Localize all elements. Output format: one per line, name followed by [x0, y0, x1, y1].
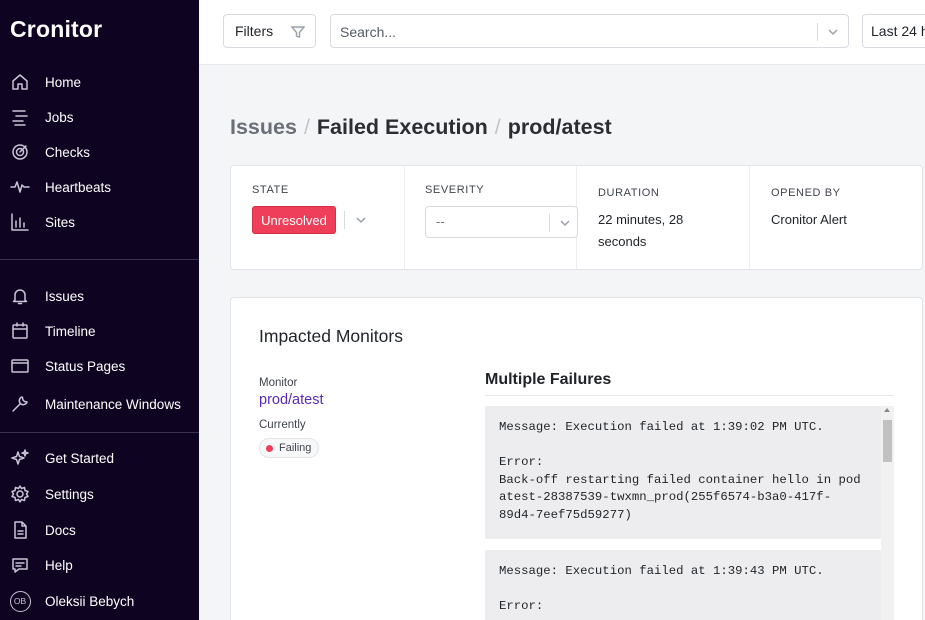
- severity-label: SEVERITY: [425, 184, 485, 196]
- sidebar-item-label: Sites: [45, 214, 76, 230]
- state-label: STATE: [252, 184, 289, 196]
- sidebar-item-label: Docs: [45, 522, 76, 538]
- checks-icon: [9, 141, 31, 163]
- sidebar-item-status-pages[interactable]: Status Pages: [0, 351, 199, 381]
- breadcrumb-separator: /: [494, 115, 501, 139]
- breadcrumb-monitor: prod/atest: [507, 115, 612, 139]
- sidebar-item-issues[interactable]: Issues: [0, 281, 199, 311]
- state-column: STATE Unresolved: [231, 166, 405, 269]
- breadcrumb-separator: /: [303, 115, 310, 139]
- failures-title: Multiple Failures: [485, 371, 612, 388]
- chevron-down-icon[interactable]: [825, 24, 841, 40]
- currently-label: Currently: [259, 419, 306, 431]
- wrench-icon: [9, 393, 31, 415]
- sidebar-item-checks[interactable]: Checks: [0, 137, 199, 167]
- scroll-up-arrow-icon[interactable]: [884, 408, 890, 412]
- sidebar-item-user[interactable]: OB Oleksii Bebych: [0, 586, 199, 616]
- sidebar-item-docs[interactable]: Docs: [0, 515, 199, 545]
- failures-scrollbar[interactable]: [881, 406, 894, 620]
- sidebar-item-sites[interactable]: Sites: [0, 207, 199, 237]
- breadcrumb: Issues / Failed Execution / prod/atest: [230, 115, 612, 140]
- issue-summary-card: STATE Unresolved SEVERITY -- DURATION 22…: [230, 165, 923, 270]
- breadcrumb-issue-type: Failed Execution: [316, 115, 488, 139]
- sparkle-icon: [9, 447, 31, 469]
- opened-by-value: Cronitor Alert: [771, 212, 847, 227]
- sidebar-item-label: Settings: [45, 486, 94, 502]
- sidebar-item-label: Help: [45, 557, 73, 573]
- sidebar-item-label: Issues: [45, 288, 85, 304]
- sidebar-item-maintenance-windows[interactable]: Maintenance Windows: [0, 389, 199, 419]
- sidebar-divider: [0, 432, 199, 433]
- opened-by-label: OPENED BY: [771, 187, 841, 199]
- sidebar-item-label: Heartbeats: [45, 179, 112, 195]
- bell-icon: [9, 285, 31, 307]
- search-input[interactable]: [340, 21, 800, 43]
- chevron-down-icon[interactable]: [353, 212, 369, 228]
- failures-divider: [485, 395, 894, 396]
- impacted-monitors-card: Impacted Monitors Monitor prod/atest Cur…: [230, 297, 923, 620]
- time-range-button[interactable]: Last 24 h: [862, 14, 925, 48]
- calendar-icon: [9, 320, 31, 342]
- sidebar-item-settings[interactable]: Settings: [0, 479, 199, 509]
- sidebar-item-label: Get Started: [45, 450, 115, 466]
- opened-by-column: OPENED BY Cronitor Alert: [750, 166, 922, 269]
- sidebar-item-get-started[interactable]: Get Started: [0, 443, 199, 473]
- status-text: Failing: [279, 442, 312, 454]
- monitor-link[interactable]: prod/atest: [259, 392, 324, 408]
- sidebar: Cronitor Home Jobs Checks Heartbeats Sit…: [0, 0, 199, 620]
- top-bar: Filters Last 24 h: [199, 0, 925, 65]
- cronitor-logo[interactable]: Cronitor: [10, 16, 102, 43]
- avatar-initials: OB: [9, 590, 31, 612]
- severity-column: SEVERITY --: [405, 166, 578, 269]
- sidebar-item-home[interactable]: Home: [0, 67, 199, 97]
- state-separator: [344, 211, 345, 229]
- failure-message-block: Message: Execution failed at 1:39:43 PM …: [485, 550, 881, 620]
- sidebar-item-label: Home: [45, 74, 82, 90]
- duration-column: DURATION 22 minutes, 28 seconds: [577, 166, 750, 269]
- gear-icon: [9, 483, 31, 505]
- sidebar-item-help[interactable]: Help: [0, 550, 199, 580]
- chat-icon: [9, 554, 31, 576]
- severity-value: --: [436, 214, 445, 229]
- failure-message-block: Message: Execution failed at 1:39:02 PM …: [485, 406, 881, 539]
- duration-value-line2: seconds: [598, 234, 647, 249]
- impacted-monitors-title: Impacted Monitors: [259, 326, 403, 346]
- state-badge[interactable]: Unresolved: [252, 206, 336, 234]
- filters-label: Filters: [235, 23, 274, 39]
- bar-chart-icon: [9, 211, 31, 233]
- monitor-label: Monitor: [259, 377, 298, 389]
- filters-button[interactable]: Filters: [223, 14, 316, 48]
- sidebar-item-label: Maintenance Windows: [45, 396, 181, 412]
- user-name: Oleksii Bebych: [45, 593, 135, 609]
- sidebar-item-jobs[interactable]: Jobs: [0, 102, 199, 132]
- heartbeat-icon: [9, 176, 31, 198]
- chevron-down-icon: [557, 215, 573, 231]
- severity-select[interactable]: --: [425, 206, 578, 238]
- sidebar-item-label: Status Pages: [45, 358, 126, 374]
- breadcrumb-issues-link[interactable]: Issues: [230, 115, 297, 139]
- sidebar-item-heartbeats[interactable]: Heartbeats: [0, 172, 199, 202]
- avatar: OB: [9, 590, 31, 612]
- sidebar-divider: [0, 259, 199, 260]
- jobs-icon: [9, 106, 31, 128]
- sidebar-item-label: Jobs: [45, 109, 74, 125]
- home-icon: [9, 71, 31, 93]
- search-separator: [817, 23, 818, 41]
- sidebar-item-timeline[interactable]: Timeline: [0, 316, 199, 346]
- scrollbar-thumb[interactable]: [883, 420, 892, 462]
- severity-separator: [549, 214, 550, 232]
- sidebar-item-label: Timeline: [45, 323, 96, 339]
- duration-value-line1: 22 minutes, 28: [598, 212, 684, 227]
- sidebar-item-label: Checks: [45, 144, 91, 160]
- search-box[interactable]: [330, 14, 849, 48]
- document-icon: [9, 519, 31, 541]
- window-icon: [9, 355, 31, 377]
- duration-label: DURATION: [598, 187, 660, 199]
- filter-icon: [291, 26, 305, 38]
- failing-status-dot: [266, 444, 273, 452]
- status-badge: Failing: [259, 438, 320, 458]
